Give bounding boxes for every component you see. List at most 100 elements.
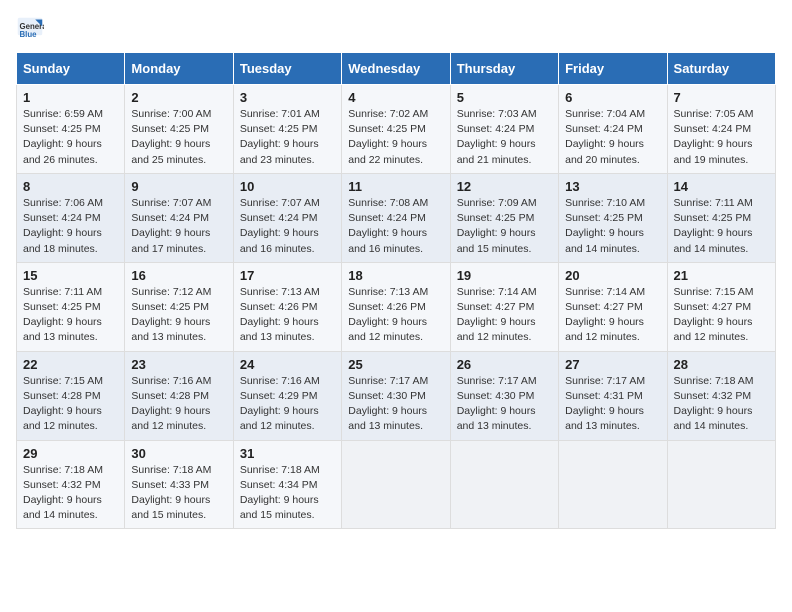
- calendar-header-wednesday: Wednesday: [342, 53, 450, 85]
- day-info: Sunrise: 7:07 AM Sunset: 4:24 PM Dayligh…: [240, 196, 335, 257]
- day-number: 29: [23, 446, 118, 461]
- day-number: 5: [457, 90, 552, 105]
- day-info: Sunrise: 7:07 AM Sunset: 4:24 PM Dayligh…: [131, 196, 226, 257]
- day-info: Sunrise: 7:01 AM Sunset: 4:25 PM Dayligh…: [240, 107, 335, 168]
- calendar-header-row: SundayMondayTuesdayWednesdayThursdayFrid…: [17, 53, 776, 85]
- day-info: Sunrise: 7:17 AM Sunset: 4:30 PM Dayligh…: [457, 374, 552, 435]
- calendar-cell: 3 Sunrise: 7:01 AM Sunset: 4:25 PM Dayli…: [233, 85, 341, 174]
- day-number: 13: [565, 179, 660, 194]
- day-number: 28: [674, 357, 769, 372]
- calendar-cell: 19 Sunrise: 7:14 AM Sunset: 4:27 PM Dayl…: [450, 262, 558, 351]
- day-number: 11: [348, 179, 443, 194]
- page-header: General Blue: [16, 16, 776, 44]
- day-info: Sunrise: 7:15 AM Sunset: 4:28 PM Dayligh…: [23, 374, 118, 435]
- calendar-cell: 24 Sunrise: 7:16 AM Sunset: 4:29 PM Dayl…: [233, 351, 341, 440]
- day-info: Sunrise: 7:11 AM Sunset: 4:25 PM Dayligh…: [674, 196, 769, 257]
- calendar-cell: 4 Sunrise: 7:02 AM Sunset: 4:25 PM Dayli…: [342, 85, 450, 174]
- calendar-cell: 15 Sunrise: 7:11 AM Sunset: 4:25 PM Dayl…: [17, 262, 125, 351]
- day-info: Sunrise: 7:18 AM Sunset: 4:33 PM Dayligh…: [131, 463, 226, 524]
- calendar-cell: 14 Sunrise: 7:11 AM Sunset: 4:25 PM Dayl…: [667, 173, 775, 262]
- day-number: 8: [23, 179, 118, 194]
- day-info: Sunrise: 7:10 AM Sunset: 4:25 PM Dayligh…: [565, 196, 660, 257]
- calendar-cell: 11 Sunrise: 7:08 AM Sunset: 4:24 PM Dayl…: [342, 173, 450, 262]
- calendar-cell: 20 Sunrise: 7:14 AM Sunset: 4:27 PM Dayl…: [559, 262, 667, 351]
- calendar-week-row: 29 Sunrise: 7:18 AM Sunset: 4:32 PM Dayl…: [17, 440, 776, 529]
- day-info: Sunrise: 7:16 AM Sunset: 4:28 PM Dayligh…: [131, 374, 226, 435]
- calendar-cell: 27 Sunrise: 7:17 AM Sunset: 4:31 PM Dayl…: [559, 351, 667, 440]
- calendar-cell: 5 Sunrise: 7:03 AM Sunset: 4:24 PM Dayli…: [450, 85, 558, 174]
- day-info: Sunrise: 7:18 AM Sunset: 4:34 PM Dayligh…: [240, 463, 335, 524]
- calendar-header-sunday: Sunday: [17, 53, 125, 85]
- day-number: 6: [565, 90, 660, 105]
- day-info: Sunrise: 7:02 AM Sunset: 4:25 PM Dayligh…: [348, 107, 443, 168]
- day-number: 27: [565, 357, 660, 372]
- calendar-cell: 21 Sunrise: 7:15 AM Sunset: 4:27 PM Dayl…: [667, 262, 775, 351]
- day-info: Sunrise: 7:05 AM Sunset: 4:24 PM Dayligh…: [674, 107, 769, 168]
- calendar-week-row: 8 Sunrise: 7:06 AM Sunset: 4:24 PM Dayli…: [17, 173, 776, 262]
- day-number: 17: [240, 268, 335, 283]
- day-info: Sunrise: 7:13 AM Sunset: 4:26 PM Dayligh…: [240, 285, 335, 346]
- day-number: 2: [131, 90, 226, 105]
- calendar-cell: 10 Sunrise: 7:07 AM Sunset: 4:24 PM Dayl…: [233, 173, 341, 262]
- calendar-cell: [559, 440, 667, 529]
- day-info: Sunrise: 7:15 AM Sunset: 4:27 PM Dayligh…: [674, 285, 769, 346]
- calendar-cell: 22 Sunrise: 7:15 AM Sunset: 4:28 PM Dayl…: [17, 351, 125, 440]
- day-info: Sunrise: 7:06 AM Sunset: 4:24 PM Dayligh…: [23, 196, 118, 257]
- calendar-header-saturday: Saturday: [667, 53, 775, 85]
- calendar-cell: 16 Sunrise: 7:12 AM Sunset: 4:25 PM Dayl…: [125, 262, 233, 351]
- day-info: Sunrise: 7:14 AM Sunset: 4:27 PM Dayligh…: [565, 285, 660, 346]
- day-number: 4: [348, 90, 443, 105]
- calendar-cell: 17 Sunrise: 7:13 AM Sunset: 4:26 PM Dayl…: [233, 262, 341, 351]
- day-number: 24: [240, 357, 335, 372]
- day-info: Sunrise: 7:09 AM Sunset: 4:25 PM Dayligh…: [457, 196, 552, 257]
- day-info: Sunrise: 7:03 AM Sunset: 4:24 PM Dayligh…: [457, 107, 552, 168]
- day-info: Sunrise: 7:17 AM Sunset: 4:30 PM Dayligh…: [348, 374, 443, 435]
- calendar-cell: 26 Sunrise: 7:17 AM Sunset: 4:30 PM Dayl…: [450, 351, 558, 440]
- calendar-week-row: 22 Sunrise: 7:15 AM Sunset: 4:28 PM Dayl…: [17, 351, 776, 440]
- calendar-cell: 13 Sunrise: 7:10 AM Sunset: 4:25 PM Dayl…: [559, 173, 667, 262]
- day-number: 23: [131, 357, 226, 372]
- day-number: 12: [457, 179, 552, 194]
- calendar-cell: 28 Sunrise: 7:18 AM Sunset: 4:32 PM Dayl…: [667, 351, 775, 440]
- calendar-cell: 9 Sunrise: 7:07 AM Sunset: 4:24 PM Dayli…: [125, 173, 233, 262]
- day-number: 31: [240, 446, 335, 461]
- logo: General Blue: [16, 16, 48, 44]
- calendar-cell: [342, 440, 450, 529]
- day-number: 21: [674, 268, 769, 283]
- day-info: Sunrise: 7:04 AM Sunset: 4:24 PM Dayligh…: [565, 107, 660, 168]
- day-info: Sunrise: 7:14 AM Sunset: 4:27 PM Dayligh…: [457, 285, 552, 346]
- calendar-cell: 12 Sunrise: 7:09 AM Sunset: 4:25 PM Dayl…: [450, 173, 558, 262]
- day-number: 26: [457, 357, 552, 372]
- calendar-cell: 18 Sunrise: 7:13 AM Sunset: 4:26 PM Dayl…: [342, 262, 450, 351]
- day-info: Sunrise: 7:18 AM Sunset: 4:32 PM Dayligh…: [674, 374, 769, 435]
- logo-icon: General Blue: [16, 16, 44, 44]
- day-info: Sunrise: 6:59 AM Sunset: 4:25 PM Dayligh…: [23, 107, 118, 168]
- day-info: Sunrise: 7:13 AM Sunset: 4:26 PM Dayligh…: [348, 285, 443, 346]
- calendar-cell: 8 Sunrise: 7:06 AM Sunset: 4:24 PM Dayli…: [17, 173, 125, 262]
- day-info: Sunrise: 7:00 AM Sunset: 4:25 PM Dayligh…: [131, 107, 226, 168]
- day-info: Sunrise: 7:12 AM Sunset: 4:25 PM Dayligh…: [131, 285, 226, 346]
- calendar-cell: 1 Sunrise: 6:59 AM Sunset: 4:25 PM Dayli…: [17, 85, 125, 174]
- day-number: 10: [240, 179, 335, 194]
- day-number: 3: [240, 90, 335, 105]
- day-info: Sunrise: 7:18 AM Sunset: 4:32 PM Dayligh…: [23, 463, 118, 524]
- day-number: 22: [23, 357, 118, 372]
- svg-text:Blue: Blue: [20, 30, 38, 39]
- calendar-cell: 29 Sunrise: 7:18 AM Sunset: 4:32 PM Dayl…: [17, 440, 125, 529]
- calendar-header-monday: Monday: [125, 53, 233, 85]
- day-number: 16: [131, 268, 226, 283]
- day-number: 14: [674, 179, 769, 194]
- day-info: Sunrise: 7:16 AM Sunset: 4:29 PM Dayligh…: [240, 374, 335, 435]
- calendar-cell: 2 Sunrise: 7:00 AM Sunset: 4:25 PM Dayli…: [125, 85, 233, 174]
- calendar-cell: 31 Sunrise: 7:18 AM Sunset: 4:34 PM Dayl…: [233, 440, 341, 529]
- calendar-header-friday: Friday: [559, 53, 667, 85]
- day-info: Sunrise: 7:11 AM Sunset: 4:25 PM Dayligh…: [23, 285, 118, 346]
- calendar-week-row: 1 Sunrise: 6:59 AM Sunset: 4:25 PM Dayli…: [17, 85, 776, 174]
- calendar-cell: 23 Sunrise: 7:16 AM Sunset: 4:28 PM Dayl…: [125, 351, 233, 440]
- day-number: 18: [348, 268, 443, 283]
- day-number: 9: [131, 179, 226, 194]
- day-number: 25: [348, 357, 443, 372]
- calendar-table: SundayMondayTuesdayWednesdayThursdayFrid…: [16, 52, 776, 529]
- calendar-cell: 7 Sunrise: 7:05 AM Sunset: 4:24 PM Dayli…: [667, 85, 775, 174]
- day-number: 20: [565, 268, 660, 283]
